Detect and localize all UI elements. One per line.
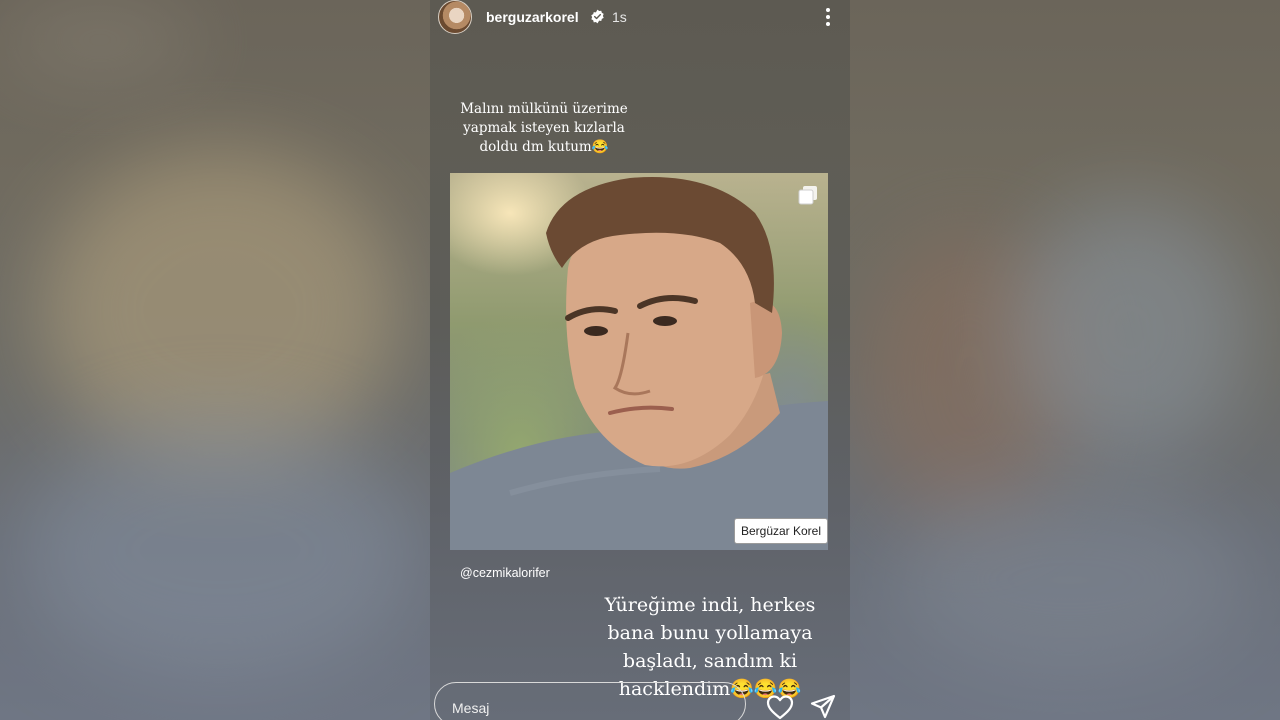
post-time: 1s bbox=[612, 9, 627, 25]
multiple-images-icon bbox=[798, 186, 817, 205]
reply-message-field[interactable] bbox=[434, 682, 746, 720]
message-input[interactable] bbox=[450, 697, 714, 719]
photo-watermark: Bergüzar Korel bbox=[734, 518, 828, 544]
send-icon[interactable] bbox=[810, 694, 836, 720]
username[interactable]: berguzarkorel bbox=[486, 9, 579, 25]
blurred-background-left bbox=[0, 0, 430, 720]
blurred-background-right bbox=[850, 0, 1280, 720]
avatar[interactable] bbox=[438, 0, 472, 34]
heart-icon[interactable] bbox=[766, 694, 794, 720]
portrait-image bbox=[450, 177, 828, 550]
more-options-icon[interactable] bbox=[820, 6, 836, 28]
shared-post-photo[interactable]: Bergüzar Korel bbox=[450, 173, 828, 550]
caption-top: Malını mülkünü üzerime yapmak isteyen kı… bbox=[460, 101, 628, 155]
story-viewer[interactable]: berguzarkorel 1s Malını mülkünü üzerime … bbox=[430, 0, 850, 720]
story-header: berguzarkorel 1s bbox=[430, 0, 850, 36]
verified-badge-icon bbox=[591, 9, 604, 24]
mention-sticker[interactable]: @cezmikalorifer bbox=[460, 566, 550, 580]
